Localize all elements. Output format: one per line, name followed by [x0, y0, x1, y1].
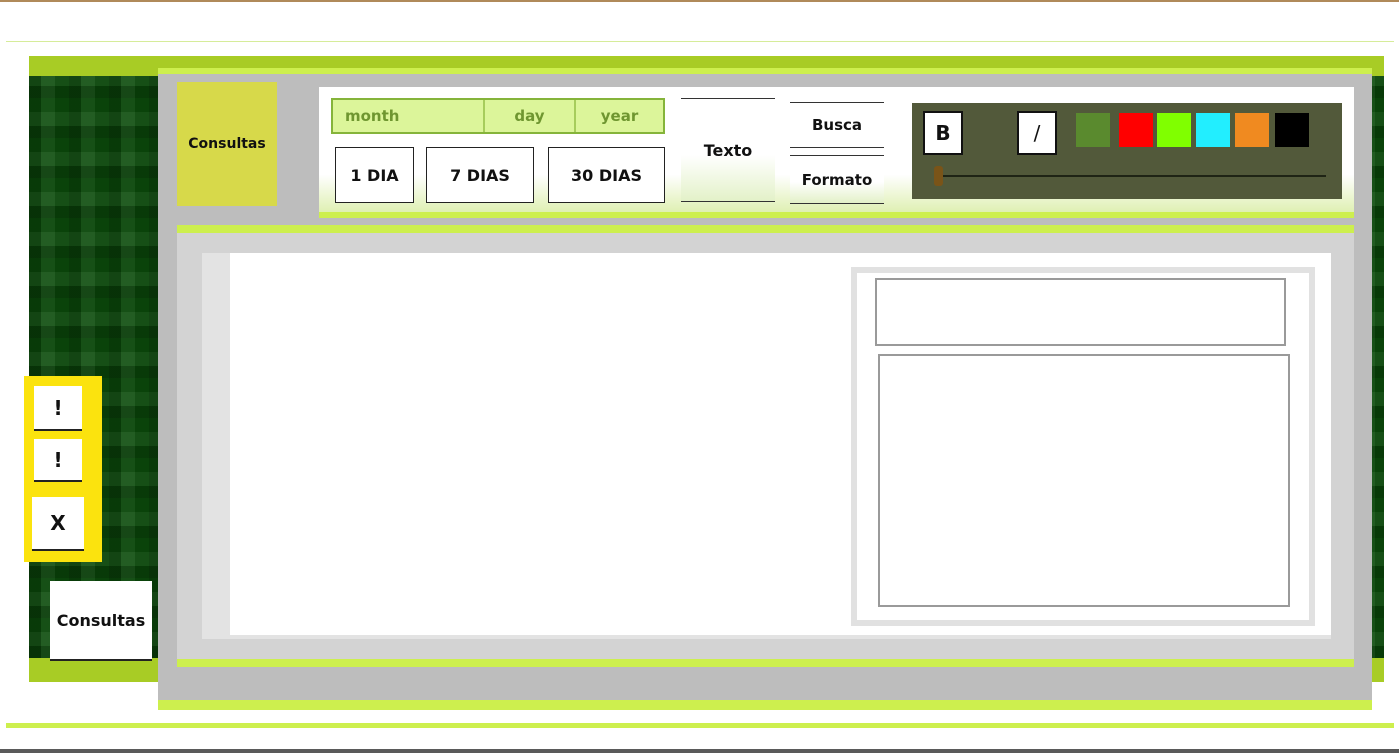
range-7-days-button[interactable]: 7 DIAS: [426, 147, 534, 203]
top-divider: [6, 41, 1394, 42]
side-input-field[interactable]: [875, 278, 1286, 346]
busca-button[interactable]: Busca: [790, 102, 884, 148]
consultas-button[interactable]: Consultas: [50, 581, 152, 661]
bold-button[interactable]: B: [923, 111, 963, 155]
bottom-divider: [6, 723, 1394, 728]
close-button[interactable]: X: [32, 497, 84, 551]
year-field[interactable]: year: [576, 100, 663, 132]
alert-button-1[interactable]: !: [34, 386, 82, 431]
range-1-day-button[interactable]: 1 DIA: [335, 147, 414, 203]
color-swatch-red[interactable]: [1119, 113, 1153, 147]
formato-button[interactable]: Formato: [790, 155, 884, 204]
italic-button[interactable]: /: [1017, 111, 1057, 155]
month-field[interactable]: month: [333, 100, 485, 132]
size-slider-thumb[interactable]: [934, 166, 943, 186]
date-picker[interactable]: month day year: [331, 98, 665, 134]
side-text-area[interactable]: [878, 354, 1290, 607]
range-30-days-button[interactable]: 30 DIAS: [548, 147, 665, 203]
top-border: [0, 0, 1399, 2]
color-swatch-dark-green[interactable]: [1076, 113, 1110, 147]
day-field[interactable]: day: [485, 100, 576, 132]
main-top-accent: [158, 68, 1372, 74]
color-swatch-orange[interactable]: [1235, 113, 1269, 147]
color-swatch-lime[interactable]: [1157, 113, 1191, 147]
size-slider-track[interactable]: [936, 175, 1326, 177]
bottom-border: [0, 749, 1399, 753]
alert-button-2[interactable]: !: [34, 439, 82, 482]
color-swatch-black[interactable]: [1275, 113, 1309, 147]
texto-button[interactable]: Texto: [681, 98, 775, 202]
color-swatch-cyan[interactable]: [1196, 113, 1230, 147]
main-bottom-accent: [158, 700, 1372, 710]
consultas-tile[interactable]: Consultas: [177, 82, 277, 206]
